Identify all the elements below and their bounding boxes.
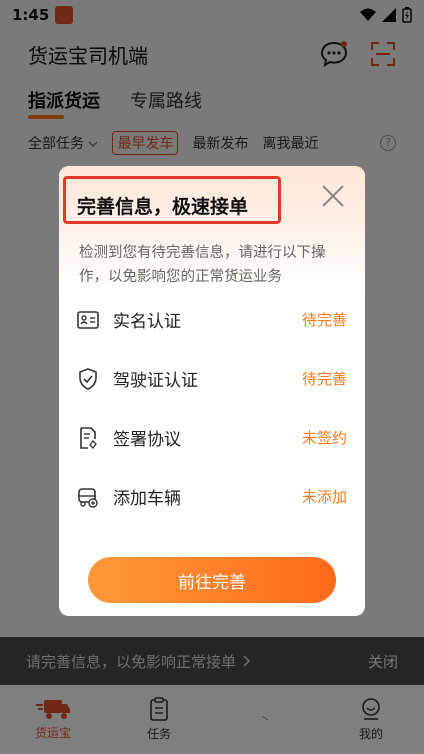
todo-item-label: 驾驶证认证 bbox=[113, 371, 198, 391]
todo-item-status: 待完善 bbox=[301, 311, 347, 329]
todo-item-label: 实名认证 bbox=[113, 312, 181, 332]
shield-check-icon bbox=[77, 367, 99, 390]
complete-info-modal: 完善信息，极速接单 检测到您有待完善信息，请进行以下操作，以免影响您的正常货运业… bbox=[59, 166, 365, 616]
todo-item-real-name[interactable]: 实名认证 待完善 bbox=[77, 290, 347, 349]
go-complete-button[interactable]: 前往完善 bbox=[88, 557, 336, 603]
document-sign-icon bbox=[77, 426, 99, 449]
todo-list: 实名认证 待完善 驾驶证认证 待完善 签署协议 未签约 添加车辆 未添加 bbox=[59, 290, 365, 526]
modal-header: 完善信息，极速接单 检测到您有待完善信息，请进行以下操作，以免影响您的正常货运业… bbox=[59, 166, 365, 290]
todo-item-label: 签署协议 bbox=[113, 430, 181, 450]
modal-title: 完善信息，极速接单 bbox=[77, 196, 249, 218]
todo-item-driver-license[interactable]: 驾驶证认证 待完善 bbox=[77, 349, 347, 408]
todo-item-status: 待完善 bbox=[301, 370, 347, 388]
close-icon[interactable] bbox=[321, 184, 345, 208]
todo-item-agreement[interactable]: 签署协议 未签约 bbox=[77, 408, 347, 467]
todo-item-add-vehicle[interactable]: 添加车辆 未添加 bbox=[77, 467, 347, 526]
todo-item-status: 未添加 bbox=[301, 488, 347, 506]
vehicle-add-icon bbox=[77, 486, 99, 508]
todo-item-status: 未签约 bbox=[301, 429, 347, 447]
modal-description: 检测到您有待完善信息，请进行以下操作，以免影响您的正常货运业务 bbox=[79, 245, 326, 285]
id-card-icon bbox=[77, 309, 99, 331]
todo-item-label: 添加车辆 bbox=[113, 489, 181, 509]
